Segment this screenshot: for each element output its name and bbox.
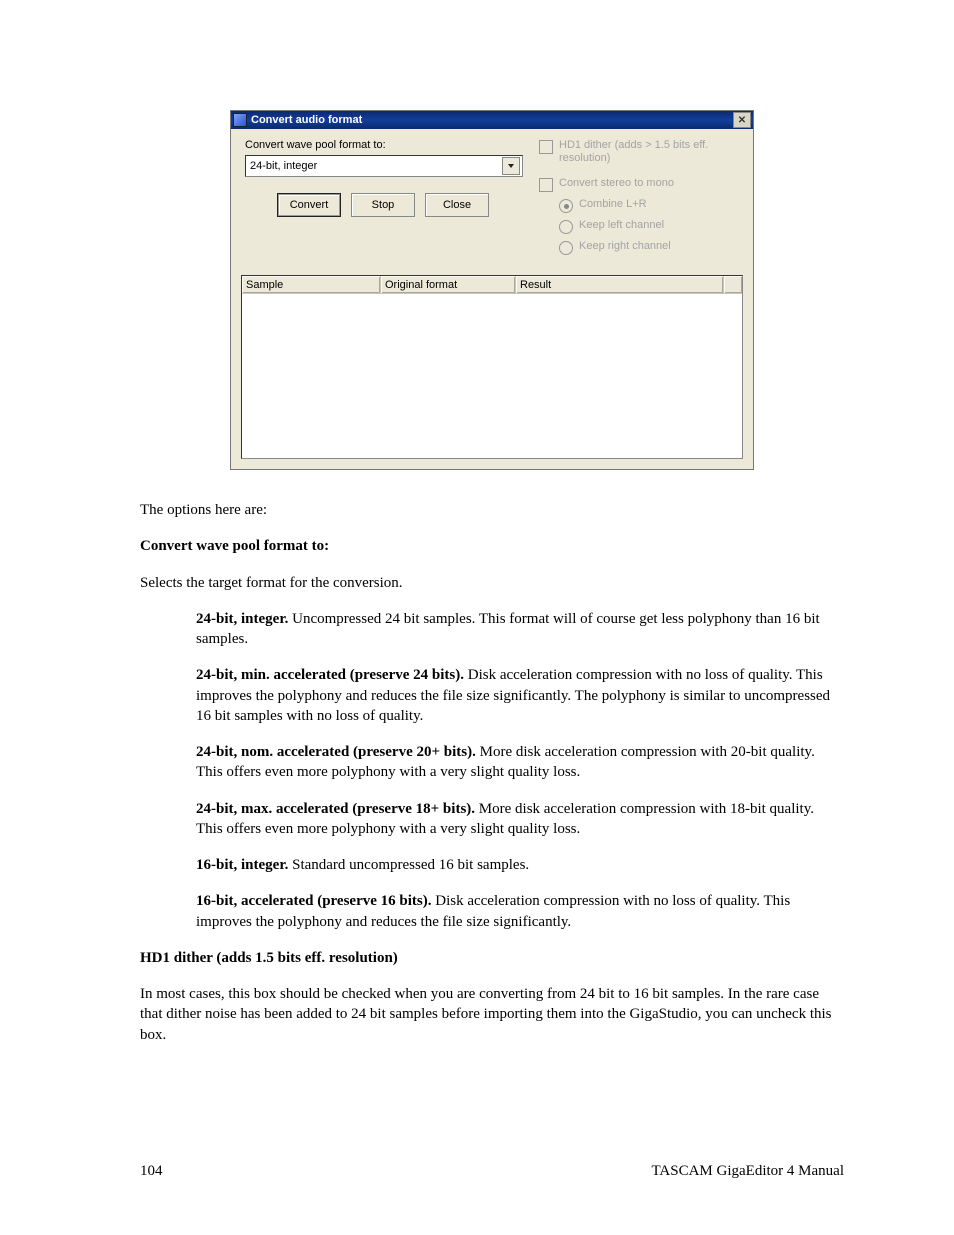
page-footer: 104 TASCAM GigaEditor 4 Manual — [140, 1163, 844, 1180]
dialog-title: Convert audio format — [251, 114, 733, 126]
dialog-titlebar: Convert audio format ✕ — [231, 111, 753, 129]
sample-list[interactable]: Sample Original format Result — [241, 275, 743, 459]
convert-audio-dialog: Convert audio format ✕ Convert wave pool… — [230, 110, 754, 470]
manual-title: TASCAM GigaEditor 4 Manual — [651, 1163, 844, 1180]
opt-24-min: 24-bit, min. accelerated (preserve 24 bi… — [196, 665, 844, 726]
p-hd1-explain: In most cases, this box should be checke… — [140, 984, 844, 1045]
opt-16-accel: 16-bit, accelerated (preserve 16 bits). … — [196, 891, 844, 932]
keep-left-label: Keep left channel — [579, 219, 664, 232]
hd1-dither-label: HD1 dither (adds > 1.5 bits eff. resolut… — [559, 139, 741, 165]
opt-24-nom: 24-bit, nom. accelerated (preserve 20+ b… — [196, 742, 844, 783]
document-body: The options here are: Convert wave pool … — [140, 500, 844, 1045]
stereo-to-mono-label: Convert stereo to mono — [559, 177, 674, 190]
col-result[interactable]: Result — [516, 276, 724, 293]
keep-left-radio[interactable] — [559, 220, 573, 234]
format-value: 24-bit, integer — [250, 160, 502, 172]
combine-lr-label: Combine L+R — [579, 198, 647, 211]
combine-lr-radio[interactable] — [559, 199, 573, 213]
keep-right-radio[interactable] — [559, 241, 573, 255]
page-number: 104 — [140, 1163, 163, 1180]
convert-button[interactable]: Convert — [277, 193, 341, 217]
list-header: Sample Original format Result — [242, 276, 742, 294]
stereo-to-mono-checkbox[interactable] — [539, 178, 553, 192]
opt-24-integer: 24-bit, integer. Uncompressed 24 bit sam… — [196, 609, 844, 650]
close-button[interactable]: Close — [425, 193, 489, 217]
chevron-down-icon[interactable] — [502, 157, 520, 175]
keep-right-label: Keep right channel — [579, 240, 671, 253]
heading-hd1: HD1 dither (adds 1.5 bits eff. resolutio… — [140, 948, 844, 968]
intro-text: The options here are: — [140, 500, 844, 520]
opt-24-max: 24-bit, max. accelerated (preserve 18+ b… — [196, 799, 844, 840]
p-selects-target: Selects the target format for the conver… — [140, 573, 844, 593]
format-select[interactable]: 24-bit, integer — [245, 155, 523, 177]
stop-button[interactable]: Stop — [351, 193, 415, 217]
col-original-format[interactable]: Original format — [381, 276, 516, 293]
close-icon[interactable]: ✕ — [733, 112, 751, 128]
col-spacer — [724, 276, 742, 293]
hd1-dither-checkbox[interactable] — [539, 140, 553, 154]
opt-16-integer: 16-bit, integer. Standard uncompressed 1… — [196, 855, 844, 875]
app-icon — [233, 113, 247, 127]
format-label: Convert wave pool format to: — [245, 139, 523, 151]
col-sample[interactable]: Sample — [242, 276, 381, 293]
heading-convert-format: Convert wave pool format to: — [140, 536, 844, 556]
